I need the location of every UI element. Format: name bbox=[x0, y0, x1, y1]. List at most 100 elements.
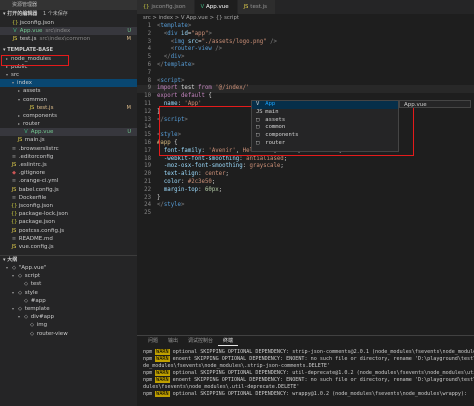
breadcrumb[interactable]: src > index > V App.vue > {} script bbox=[137, 14, 474, 22]
suggestion-item[interactable]: JS main bbox=[252, 109, 398, 117]
tree-item-test-js[interactable]: JS test.js M bbox=[0, 104, 137, 112]
outline-item[interactable]: ▾ ◇ div#app bbox=[0, 313, 137, 321]
tree-item-browserslistrc[interactable]: ≡ .browserslistrc bbox=[0, 145, 137, 153]
tab-jsconfig-json[interactable]: {} jsconfig.json bbox=[137, 0, 195, 14]
tree-item-public[interactable]: ▸ public bbox=[0, 63, 137, 71]
code-token: import bbox=[157, 85, 178, 92]
tree-item-jsconfig-json[interactable]: {} jsconfig.json bbox=[0, 202, 137, 210]
open-editor-item[interactable]: JS test.js src\index\common M bbox=[0, 35, 137, 43]
tree-item-vue-config-js[interactable]: JS vue.config.js bbox=[0, 243, 137, 251]
code-line[interactable]: 3 <img src="./assets/logo.png" /> bbox=[137, 39, 474, 47]
outline-item[interactable]: ▾ ◇ style bbox=[0, 289, 137, 297]
unsaved-badge: 1 个未保存 bbox=[43, 11, 68, 17]
suggestion-item[interactable]: □ common bbox=[252, 124, 398, 132]
tree-item-postcss-config-js[interactable]: JS postcss.config.js bbox=[0, 227, 137, 235]
code-line[interactable]: 18 -webkit-font-smoothing: antialiased; bbox=[137, 156, 474, 164]
tab-test-js[interactable]: JS test.js bbox=[237, 0, 277, 14]
line-number: 3 bbox=[147, 38, 151, 45]
code-token: id bbox=[181, 30, 188, 37]
terminal-output[interactable]: npm WARN optional SKIPPING OPTIONAL DEPE… bbox=[137, 346, 474, 398]
tree-item-app-vue[interactable]: V App.vue U bbox=[0, 128, 137, 137]
tree-item-orange-ci-yml[interactable]: ≡ .orange-ci.yml bbox=[0, 177, 137, 185]
panel-tab[interactable]: 终端 bbox=[218, 336, 239, 346]
tree-item-dockerfile[interactable]: ≡ Dockerfile bbox=[0, 194, 137, 202]
tab-app-vue[interactable]: V App.vue bbox=[194, 0, 238, 14]
panel-tab[interactable]: 输出 bbox=[163, 336, 183, 346]
code-line[interactable]: 19 -moz-osx-font-smoothing: grayscale; bbox=[137, 163, 474, 171]
npm-prefix: npm bbox=[143, 370, 156, 376]
line-number: 16 bbox=[144, 139, 151, 146]
tree-item-index[interactable]: ▾ index bbox=[0, 79, 137, 88]
panel-tab[interactable]: 问题 bbox=[143, 336, 163, 346]
code-token: > bbox=[208, 30, 212, 37]
workspace-header[interactable]: ▾ TEMPLATE-BASE bbox=[0, 46, 137, 55]
code-token: src bbox=[187, 38, 199, 45]
outline-item[interactable]: ▾ ◇ script bbox=[0, 272, 137, 280]
tree-item-package-json[interactable]: {} package.json bbox=[0, 218, 137, 226]
open-editors-header[interactable]: ▾ 打开的编辑器 1 个未保存 bbox=[0, 10, 137, 19]
tree-item-router[interactable]: ▸ router bbox=[0, 120, 137, 128]
code-token: from bbox=[198, 85, 212, 92]
tree-item-gitignore[interactable]: ◆ .gitignore bbox=[0, 169, 137, 177]
suggestion-item[interactable]: □ router bbox=[252, 140, 398, 148]
code-line[interactable]: 8 <script> bbox=[137, 78, 474, 86]
code-token: > bbox=[191, 61, 195, 68]
code-line[interactable]: 4 <router-view /> bbox=[137, 46, 474, 54]
tree-item-common[interactable]: ▾ common bbox=[0, 96, 137, 104]
tree-item-package-lock-json[interactable]: {} package-lock.json bbox=[0, 210, 137, 218]
outline-item-label: style bbox=[23, 289, 38, 296]
outline-item[interactable]: ▾ ◇ template bbox=[0, 305, 137, 313]
tree-item-src[interactable]: ▾ src bbox=[0, 71, 137, 79]
warn-badge: WARN bbox=[155, 349, 170, 355]
json-file-icon: {} bbox=[143, 4, 150, 10]
tree-item-label: vue.config.js bbox=[17, 243, 54, 250]
code-line[interactable]: 23} bbox=[137, 195, 474, 203]
tree-item-editorconfig[interactable]: ≡ .editorconfig bbox=[0, 153, 137, 161]
code-line[interactable]: 20 text-align: center; bbox=[137, 171, 474, 179]
code-line[interactable]: 9 import test from '@/index/' bbox=[137, 85, 474, 94]
tree-item-components[interactable]: ▸ components bbox=[0, 112, 137, 120]
outline-item[interactable]: ◇ img bbox=[0, 321, 137, 329]
tree-item-node-modules[interactable]: ▸ node_modules bbox=[0, 55, 137, 63]
tree-item-eslintrc-js[interactable]: JS .eslintrc.js bbox=[0, 161, 137, 169]
code-line[interactable]: 25 bbox=[137, 210, 474, 218]
open-editor-item[interactable]: {} jsconfig.json bbox=[0, 19, 137, 27]
suggestion-item[interactable]: □ assets bbox=[252, 117, 398, 125]
tree-item-label: README.md bbox=[17, 235, 53, 242]
panel-tab[interactable]: 调试控制台 bbox=[183, 336, 218, 346]
tree-item-assets[interactable]: ▸ assets bbox=[0, 87, 137, 95]
code-line[interactable]: 21 color: #2c3e50; bbox=[137, 179, 474, 187]
outline-item[interactable]: ◇ #app bbox=[0, 297, 137, 305]
suggestion-item[interactable]: □ components bbox=[252, 132, 398, 140]
tree-item-main-js[interactable]: JS main.js bbox=[0, 136, 137, 144]
outline-item[interactable]: ▾ ◇ "App.vue" bbox=[0, 264, 137, 272]
open-editor-item[interactable]: V App.vue src\index U bbox=[0, 27, 137, 36]
code-token: script bbox=[160, 77, 181, 84]
tree-item-babel-config-js[interactable]: JS babel.config.js bbox=[0, 186, 137, 194]
outline-header[interactable]: ▾ 大纲 bbox=[0, 255, 137, 264]
code-editor[interactable]: 1 <template> 2 <div id="app"> 3 <img src=".… bbox=[137, 23, 474, 329]
line-number: 11 bbox=[144, 100, 151, 107]
code-token: /> bbox=[215, 46, 223, 53]
outline-item[interactable]: ◇ router-view bbox=[0, 330, 137, 338]
outline-item-label: router-view bbox=[35, 330, 68, 337]
code-line[interactable]: 1 <template> bbox=[137, 23, 474, 31]
code-line[interactable]: 22 margin-top: 60px; bbox=[137, 187, 474, 195]
outline-item[interactable]: ◇ test bbox=[0, 280, 137, 288]
warn-badge: WARN bbox=[155, 370, 170, 376]
code-line[interactable]: 5 </div> bbox=[137, 54, 474, 62]
tree-item-readme-md[interactable]: ≡ README.md bbox=[0, 235, 137, 243]
code-token: </ bbox=[163, 54, 171, 61]
code-token: { bbox=[204, 93, 212, 100]
tree-item-label: .editorconfig bbox=[17, 153, 54, 160]
line-number: 22 bbox=[144, 186, 151, 193]
code-line[interactable]: 7 bbox=[137, 70, 474, 78]
code-line[interactable]: 6 </template> bbox=[137, 62, 474, 70]
suggestion-item[interactable]: V App bbox=[252, 101, 398, 109]
code-token: -moz-osx-font-smoothing bbox=[163, 163, 243, 170]
code-line[interactable]: 24 </style> bbox=[137, 202, 474, 210]
code-line[interactable]: 2 <div id="app"> bbox=[137, 31, 474, 39]
explorer-title: 资源管理器 bbox=[0, 0, 137, 10]
code-token: style bbox=[163, 202, 181, 209]
